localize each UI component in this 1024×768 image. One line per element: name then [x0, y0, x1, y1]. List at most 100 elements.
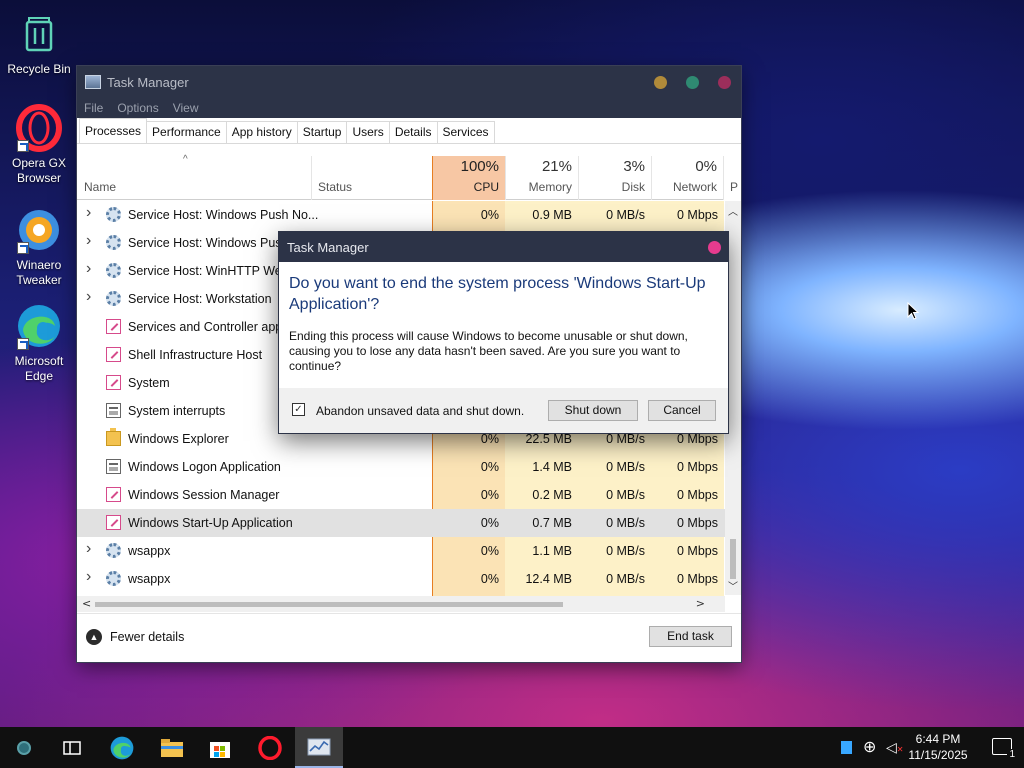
process-disk: 0 MB/s [606, 208, 645, 222]
dialog-heading: Do you want to end the system process 'W… [289, 275, 706, 313]
notification-count: 1 [1007, 749, 1017, 760]
process-row[interactable]: › wsappx 0% 1.1 MB 0 MB/s 0 Mbps [77, 537, 725, 565]
dialog-close-button[interactable] [708, 241, 721, 254]
checkbox-label[interactable]: Abandon unsaved data and shut down. [316, 404, 524, 418]
process-memory: 1.1 MB [532, 544, 572, 558]
process-row[interactable]: › Service Host: Windows Push No... 0% 0.9 M… [77, 201, 725, 229]
column-cpu[interactable]: 100% CPU [432, 156, 505, 200]
edge-icon [15, 302, 63, 350]
clock[interactable]: 6:44 PM 11/15/2025 [906, 731, 970, 763]
taskbar-opera[interactable] [246, 727, 294, 768]
start-button[interactable] [0, 727, 48, 768]
expand-chevron-icon[interactable]: › [86, 232, 91, 250]
process-name: System interrupts [128, 404, 226, 418]
process-row[interactable]: › wsappx 0% 12.4 MB 0 MB/s 0 Mbps [77, 565, 725, 593]
process-name: wsappx [128, 544, 171, 558]
pen-icon [106, 319, 121, 334]
tray-app-icon[interactable] [841, 741, 852, 754]
process-disk: 0 MB/s [606, 488, 645, 502]
taskbar-store[interactable] [196, 727, 244, 768]
pen-icon [106, 347, 121, 362]
close-button[interactable] [718, 76, 731, 89]
process-cpu: 0% [480, 460, 499, 474]
scroll-down-icon[interactable]: ﹀ [728, 578, 738, 593]
sort-up-icon: ^ [183, 154, 188, 165]
gear-icon [106, 263, 121, 278]
shut-down-button[interactable]: Shut down [548, 400, 638, 421]
expand-chevron-icon[interactable]: › [86, 568, 91, 586]
scroll-up-icon[interactable]: ︿ [728, 203, 738, 218]
column-disk[interactable]: 3% Disk [578, 156, 651, 200]
scroll-right-icon[interactable]: > [696, 597, 705, 610]
process-memory: 1.4 MB [532, 460, 572, 474]
horizontal-scrollbar[interactable]: < > [77, 596, 725, 612]
menu-options[interactable]: Options [117, 101, 158, 115]
gear-icon [106, 543, 121, 558]
expand-chevron-icon[interactable]: › [86, 204, 91, 222]
menu-file[interactable]: File [84, 101, 103, 115]
window-icon [106, 459, 121, 474]
taskbar-task-manager[interactable] [295, 727, 343, 768]
clock-date: 11/15/2025 [908, 748, 968, 762]
process-name: System [128, 376, 170, 390]
process-cpu: 0% [480, 208, 499, 222]
tab-services[interactable]: Services [436, 121, 495, 143]
process-row[interactable]: Windows Session Manager 0% 0.2 MB 0 MB/s 0 M… [77, 481, 725, 509]
column-status[interactable]: Status [311, 156, 432, 200]
tab-performance[interactable]: Performance [146, 121, 227, 143]
process-disk: 0 MB/s [606, 572, 645, 586]
process-name: Service Host: Workstation [128, 292, 272, 306]
process-row[interactable]: Windows Logon Application 0% 1.4 MB 0 MB/s 0… [77, 453, 725, 481]
minimize-button[interactable] [654, 76, 667, 89]
column-power[interactable]: P [724, 156, 738, 200]
fewer-details-button[interactable]: ▲ Fewer details [86, 629, 184, 645]
column-name[interactable]: ^ Name [77, 154, 312, 200]
process-memory: 12.4 MB [525, 572, 572, 586]
process-cpu: 0% [480, 432, 499, 446]
process-name: Service Host: WinHTTP Web [128, 264, 289, 278]
expand-chevron-icon[interactable]: › [86, 540, 91, 558]
end-task-button[interactable]: End task [649, 626, 732, 647]
menu-view[interactable]: View [173, 101, 199, 115]
process-name: Shell Infrastructure Host [128, 348, 263, 362]
column-memory[interactable]: 21% Memory [505, 156, 578, 200]
process-network: 0 Mbps [677, 460, 718, 474]
taskbar-edge[interactable] [98, 727, 146, 768]
task-view-button[interactable] [48, 727, 96, 768]
desktop-icon-microsoft-edge[interactable]: Microsoft Edge [4, 302, 74, 384]
process-network: 0 Mbps [677, 432, 718, 446]
desktop-icon-label: Opera GX Browser [11, 156, 67, 185]
tab-startup[interactable]: Startup [296, 121, 348, 143]
fewer-details-label: Fewer details [110, 630, 185, 644]
scroll-thumb[interactable] [730, 539, 736, 579]
taskbar-file-explorer[interactable] [148, 727, 196, 768]
expand-chevron-icon[interactable]: › [86, 288, 91, 306]
process-name: wsappx [128, 572, 171, 586]
notification-center-icon[interactable]: 1 [992, 738, 1017, 760]
tab-users[interactable]: Users [346, 121, 390, 143]
desktop-icon-opera-gx[interactable]: Opera GX Browser [4, 104, 74, 186]
dialog-title[interactable]: Task Manager [279, 232, 728, 262]
scroll-left-icon[interactable]: < [82, 597, 91, 610]
desktop-icon-winaero-tweaker[interactable]: Winaero Tweaker [4, 206, 74, 288]
process-row[interactable]: Windows Start-Up Application 0% 0.7 MB 0 MB… [77, 509, 725, 537]
volume-muted-icon[interactable]: ◁✕ [886, 739, 903, 756]
title-bar[interactable]: Task Manager [77, 66, 741, 98]
process-disk: 0 MB/s [606, 516, 645, 530]
taskbar: ⊕ ◁✕ 6:44 PM 11/15/2025 1 [0, 727, 1024, 768]
desktop-icon-recycle-bin[interactable]: Recycle Bin [4, 10, 74, 77]
maximize-button[interactable] [686, 76, 699, 89]
abandon-data-checkbox[interactable]: ✓ [292, 403, 305, 416]
column-network[interactable]: 0% Network [651, 156, 724, 200]
tab-details[interactable]: Details [388, 121, 438, 143]
cancel-button[interactable]: Cancel [648, 400, 716, 421]
network-icon[interactable]: ⊕ [863, 737, 876, 757]
process-cpu: 0% [480, 544, 499, 558]
process-cpu: 0% [480, 572, 499, 586]
process-name: Services and Controller app [128, 320, 283, 334]
hscroll-thumb[interactable] [95, 602, 563, 607]
process-network: 0 Mbps [677, 544, 718, 558]
tab-app-history[interactable]: App history [225, 121, 298, 143]
tab-processes[interactable]: Processes [79, 118, 148, 143]
expand-chevron-icon[interactable]: › [86, 260, 91, 278]
